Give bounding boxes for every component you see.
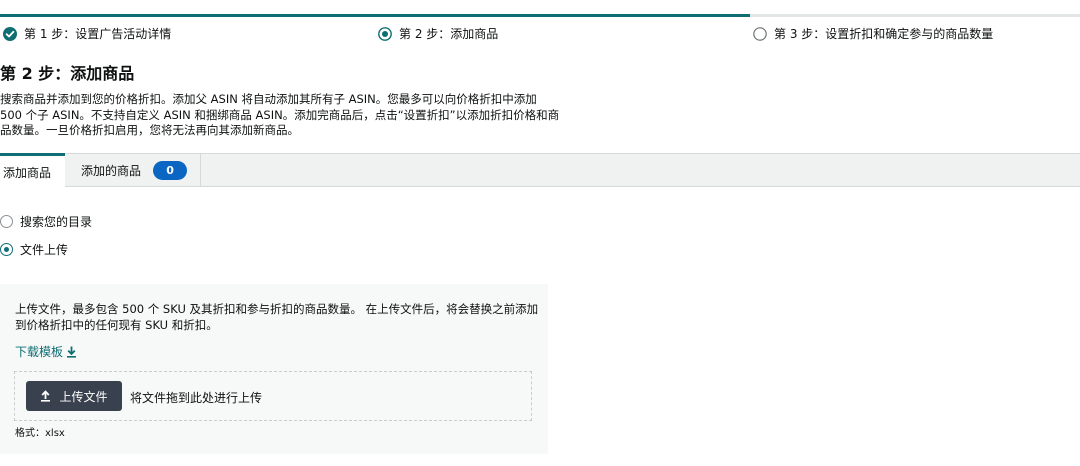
check-circle-icon [3, 26, 17, 41]
upload-icon [41, 390, 51, 402]
option-file-upload-label: 文件上传 [20, 243, 69, 257]
option-search-catalog[interactable]: 搜索您的目录 [0, 213, 92, 230]
step-3-label: 第 3 步：设置折扣和确定参与的商品数量 [774, 27, 994, 41]
progress-bar [0, 14, 1080, 17]
stepper: 第 1 步：设置广告活动详情 第 2 步：添加商品 第 3 步：设置折扣和确定参… [0, 25, 1080, 43]
tab-bar: 添加商品 添加的商品 0 [0, 153, 1080, 188]
download-icon [67, 346, 77, 358]
file-dropzone[interactable]: 上传文件 将文件拖到此处进行上传 [14, 371, 532, 421]
option-file-upload[interactable]: 文件上传 [0, 241, 68, 258]
upload-panel: 上传文件，最多包含 500 个 SKU 及其折扣和参与折扣的商品数量。 在上传文… [0, 284, 548, 454]
radio-empty-icon [753, 26, 767, 41]
tab-add-products-label: 添加商品 [3, 165, 52, 180]
format-note: 格式：xlsx [15, 428, 65, 439]
radio-checked-icon [378, 26, 392, 41]
radio-search-catalog[interactable] [0, 215, 13, 228]
upload-file-label: 上传文件 [59, 389, 108, 404]
step-1[interactable]: 第 1 步：设置广告活动详情 [3, 25, 171, 42]
tab-add-products[interactable]: 添加商品 [0, 153, 65, 188]
step-1-label: 第 1 步：设置广告活动详情 [24, 27, 172, 41]
option-search-catalog-label: 搜索您的目录 [20, 215, 93, 229]
radio-file-upload[interactable] [0, 243, 13, 256]
progress-fill [0, 14, 750, 17]
step-2-label: 第 2 步：添加商品 [399, 27, 499, 41]
upload-instructions: 上传文件，最多包含 500 个 SKU 及其折扣和参与折扣的商品数量。 在上传文… [15, 302, 539, 332]
step-3[interactable]: 第 3 步：设置折扣和确定参与的商品数量 [753, 25, 993, 42]
download-template-link[interactable]: 下载模板 [15, 343, 77, 360]
added-count-badge: 0 [153, 160, 188, 180]
tab-added-products-label: 添加的商品 [81, 163, 142, 178]
page-title: 第 2 步：添加商品 [0, 64, 135, 83]
upload-file-button[interactable]: 上传文件 [26, 381, 122, 411]
tab-added-products[interactable]: 添加的商品 0 [65, 153, 201, 187]
page-description: 搜索商品并添加到您的价格折扣。添加父 ASIN 将自动添加其所有子 ASIN。您… [0, 92, 560, 137]
download-template-label: 下载模板 [15, 345, 64, 359]
step-2[interactable]: 第 2 步：添加商品 [378, 25, 498, 42]
drop-hint: 将文件拖到此处进行上传 [130, 391, 263, 405]
